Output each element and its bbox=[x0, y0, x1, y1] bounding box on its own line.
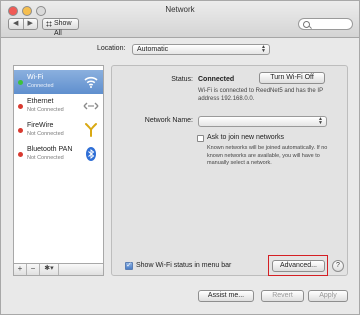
firewire-icon bbox=[85, 123, 97, 137]
service-status: Not Connected bbox=[27, 107, 64, 113]
service-name: Ethernet bbox=[27, 98, 54, 105]
service-name: FireWire bbox=[27, 122, 54, 129]
wifi-icon bbox=[84, 76, 98, 88]
forward-button[interactable]: ▶ bbox=[24, 19, 38, 29]
location-popup[interactable]: Automatic ▲ ▼ bbox=[132, 44, 270, 55]
status-dot-icon bbox=[18, 104, 23, 109]
revert-button[interactable]: Revert bbox=[261, 290, 304, 302]
service-status: Not Connected bbox=[27, 131, 64, 137]
ask-to-join-checkbox[interactable] bbox=[197, 135, 204, 142]
status-dot-icon bbox=[18, 80, 23, 85]
location-label: Location: bbox=[97, 45, 126, 52]
status-label: Status: bbox=[171, 76, 193, 83]
bluetooth-icon bbox=[86, 147, 96, 161]
show-all-label: Show All bbox=[54, 20, 72, 37]
service-status: Connected bbox=[27, 83, 54, 89]
ask-to-join-label: Ask to join new networks bbox=[207, 134, 285, 141]
show-wifi-status-checkbox[interactable]: ✓ bbox=[125, 262, 133, 270]
apply-button[interactable]: Apply bbox=[308, 290, 348, 302]
popup-arrows-icon: ▲ ▼ bbox=[261, 44, 266, 54]
service-list: Wi-Fi Connected Ethernet Not Connected F… bbox=[13, 65, 104, 264]
add-service-button[interactable]: + bbox=[14, 264, 27, 275]
show-wifi-status-label: Show Wi-Fi status in menu bar bbox=[136, 262, 232, 269]
search-icon bbox=[303, 21, 310, 28]
service-status: Not Connected bbox=[27, 155, 64, 161]
status-description: Wi-Fi is connected to ReedNet5 and has t… bbox=[198, 88, 323, 102]
title-bar: Network ◀ ▶ Show All bbox=[1, 1, 359, 38]
grid-icon bbox=[46, 21, 52, 27]
service-list-toolbar: + − ✱▾ bbox=[13, 264, 104, 276]
service-item-bluetooth-pan[interactable]: Bluetooth PAN Not Connected bbox=[14, 142, 103, 166]
network-name-label: Network Name: bbox=[144, 117, 193, 124]
action-gear-button[interactable]: ✱▾ bbox=[40, 264, 59, 275]
status-dot-icon bbox=[18, 152, 23, 157]
service-name: Wi-Fi bbox=[27, 74, 44, 81]
advanced-button[interactable]: Advanced... bbox=[272, 260, 325, 272]
back-button[interactable]: ◀ bbox=[9, 19, 24, 29]
show-all-button[interactable]: Show All bbox=[42, 18, 79, 37]
turn-wifi-off-button[interactable]: Turn Wi-Fi Off bbox=[259, 72, 325, 84]
service-item-wifi[interactable]: Wi-Fi Connected bbox=[14, 70, 103, 94]
location-value: Automatic bbox=[137, 46, 169, 53]
help-button[interactable]: ? bbox=[332, 260, 344, 272]
service-item-ethernet[interactable]: Ethernet Not Connected bbox=[14, 94, 103, 118]
popup-arrows-icon: ▲ ▼ bbox=[318, 116, 323, 126]
service-name: Bluetooth PAN bbox=[27, 146, 73, 153]
window-title: Network bbox=[165, 5, 195, 14]
search-field[interactable] bbox=[298, 18, 353, 30]
assist-me-button[interactable]: Assist me... bbox=[198, 290, 254, 302]
ethernet-icon bbox=[83, 102, 99, 110]
status-dot-icon bbox=[18, 128, 23, 133]
status-value: Connected bbox=[198, 76, 235, 83]
service-item-firewire[interactable]: FireWire Not Connected bbox=[14, 118, 103, 142]
network-preferences-window: Network ◀ ▶ Show All Location: Automatic… bbox=[0, 0, 360, 315]
back-forward-control: ◀ ▶ bbox=[8, 18, 38, 30]
remove-service-button[interactable]: − bbox=[27, 264, 40, 275]
ask-to-join-description: Known networks will be joined automatica… bbox=[207, 145, 328, 166]
network-name-popup[interactable]: ▲ ▼ bbox=[198, 116, 327, 127]
